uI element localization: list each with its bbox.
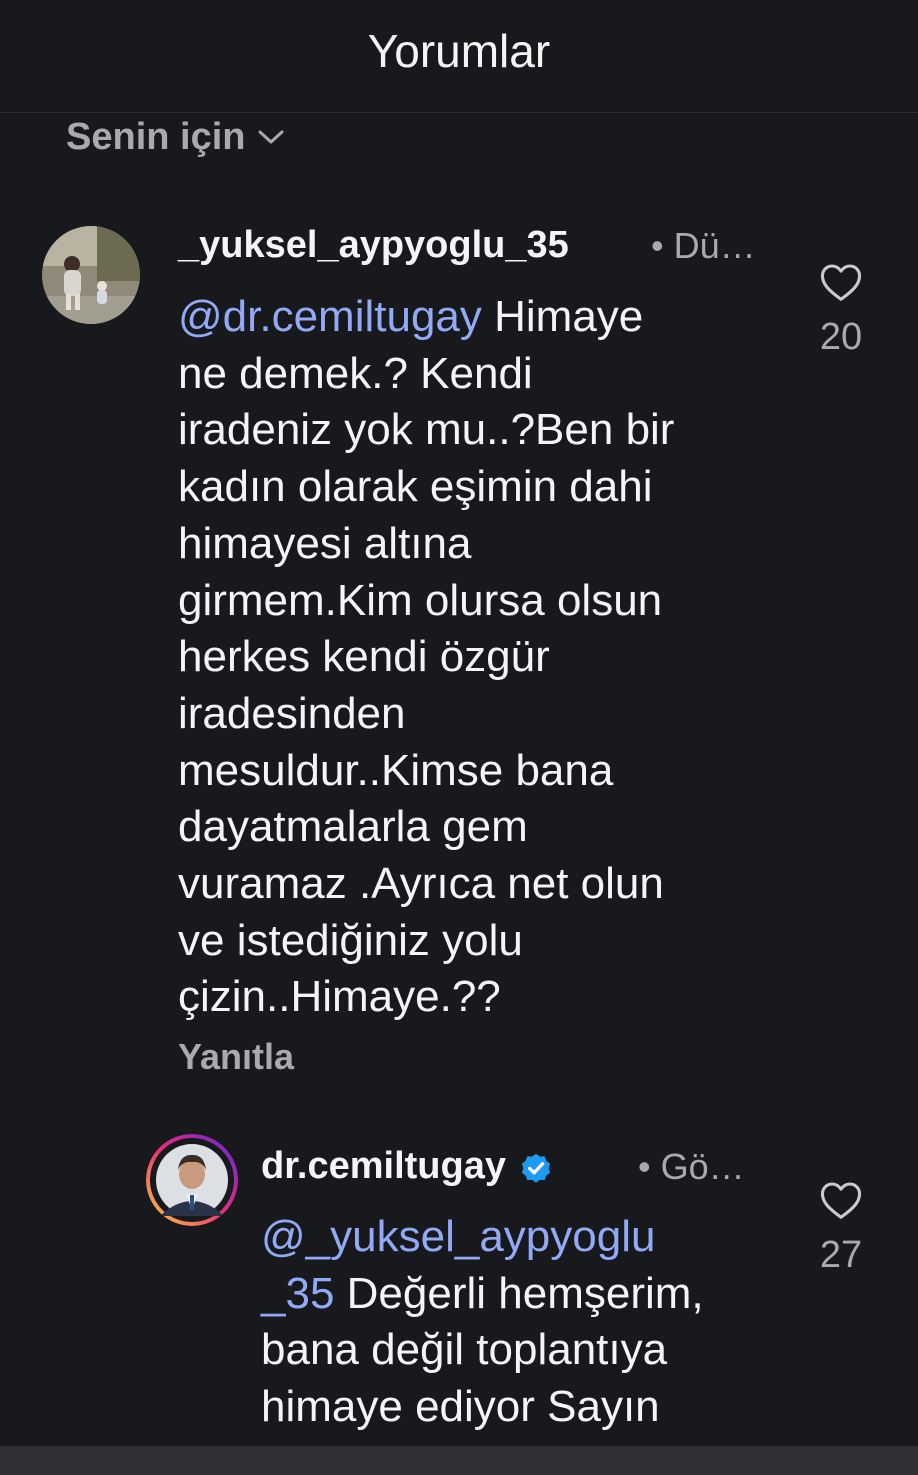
comment-body: @dr.cemiltugay Himaye ne demek.? Kendi i… — [178, 289, 768, 1026]
comment-line: herkes kendi özgür — [178, 632, 550, 682]
comments-screen: Yorumlar Senin için _yuksel_aypyoglu_35 … — [0, 0, 918, 1475]
avatar[interactable] — [42, 226, 140, 324]
chevron-down-icon — [258, 130, 284, 144]
comment-line: _35 Değerli hemşerim, — [261, 1268, 704, 1318]
comment-line: bana değil toplantıya — [261, 1325, 668, 1375]
comment-line: ve istediğiniz yolu — [178, 915, 523, 965]
mention-link[interactable]: @dr.cemiltugay — [178, 292, 482, 341]
comment-line: @_yuksel_aypyoglu — [261, 1209, 781, 1266]
verified-badge-icon — [521, 1153, 551, 1183]
comment-line: girmem.Kim olursa olsun — [178, 575, 663, 625]
comment-meta: • Gö… — [638, 1146, 745, 1187]
comment-line: himaye ediyor Sayın — [261, 1382, 660, 1432]
comment-line: iradeniz yok mu..?Ben bir — [178, 405, 675, 455]
heart-icon[interactable] — [819, 262, 863, 302]
comment-line: kadın olarak eşimin dahi — [178, 462, 653, 512]
comment-line: iradesinden — [178, 688, 406, 738]
comment-line: mesuldur..Kimse bana — [178, 745, 614, 795]
mention-link[interactable]: @_yuksel_aypyoglu — [261, 1212, 655, 1261]
sort-dropdown[interactable]: Senin için — [66, 112, 285, 162]
comment-line: himayesi altına — [178, 518, 472, 568]
comment-line: @dr.cemiltugay Himaye — [178, 292, 644, 341]
comment-line: dayatmalarla gem — [178, 802, 528, 852]
reply-button[interactable]: Yanıtla — [178, 1036, 294, 1078]
avatar-photo — [42, 226, 140, 324]
sort-label: Senin için — [66, 115, 246, 158]
heart-icon[interactable] — [819, 1180, 863, 1220]
header: Yorumlar — [0, 0, 918, 113]
comment-username[interactable]: _yuksel_aypyoglu_35 — [178, 224, 569, 267]
like-count: 27 — [819, 1234, 863, 1276]
comment-body: @_yuksel_aypyoglu _35 Değerli hemşerim, … — [261, 1209, 781, 1475]
avatar-photo — [146, 1134, 238, 1226]
bottom-sheet-bar — [0, 1446, 918, 1475]
like-button[interactable]: 20 — [806, 262, 876, 359]
comment-username[interactable]: dr.cemiltugay — [261, 1145, 554, 1188]
comment-line: çizin..Himaye.?? — [178, 972, 501, 1022]
like-count: 20 — [819, 316, 863, 358]
avatar[interactable] — [146, 1134, 238, 1226]
comment-line: ne demek.? Kendi — [178, 348, 533, 398]
comment-line: vuramaz .Ayrıca net olun — [178, 859, 664, 909]
page-title: Yorumlar — [367, 25, 551, 77]
comment-meta: • Dü… — [651, 225, 756, 266]
mention-link[interactable]: _35 — [261, 1269, 334, 1318]
like-button[interactable]: 27 — [806, 1180, 876, 1277]
